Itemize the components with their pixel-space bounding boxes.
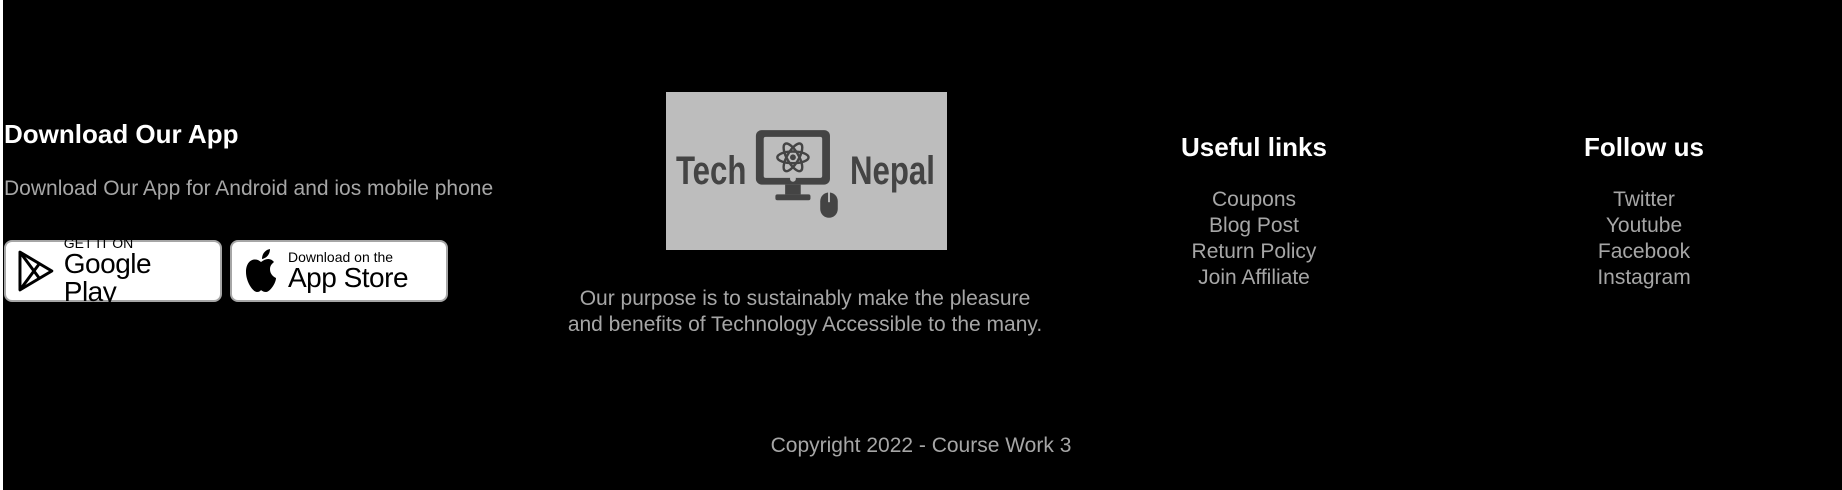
link-return-policy[interactable]: Return Policy — [1134, 239, 1374, 265]
google-play-big-text: Google Play — [63, 248, 152, 307]
download-app-description: Download Our App for Android and ios mob… — [4, 177, 494, 200]
tech-nepal-logo: Tech Nepal — [666, 92, 947, 250]
link-facebook[interactable]: Facebook — [1524, 239, 1764, 265]
useful-links-list: Coupons Blog Post Return Policy Join Aff… — [1134, 187, 1374, 291]
link-twitter[interactable]: Twitter — [1524, 187, 1764, 213]
logo-word-nepal: Nepal — [850, 148, 936, 193]
google-play-button[interactable]: GET IT ON Google Play — [4, 236, 222, 306]
logo-word-tech: Tech — [675, 148, 747, 193]
link-instagram[interactable]: Instagram — [1524, 265, 1764, 291]
purpose-line-1: Our purpose is to sustainably make the p… — [579, 287, 1031, 310]
link-blog-post[interactable]: Blog Post — [1134, 213, 1374, 239]
page-left-edge — [0, 0, 3, 490]
purpose-line-2: and benefits of Technology Accessible to… — [567, 313, 1043, 336]
follow-us-list: Twitter Youtube Facebook Instagram — [1524, 187, 1764, 291]
app-store-big-text: App Store — [288, 262, 409, 293]
follow-us-title: Follow us — [1584, 132, 1704, 162]
google-play-icon — [18, 250, 54, 292]
link-youtube[interactable]: Youtube — [1524, 213, 1764, 239]
link-join-affiliate[interactable]: Join Affiliate — [1134, 265, 1374, 291]
download-app-section: Download Our App Download Our App for An… — [4, 119, 564, 201]
useful-links-title: Useful links — [1181, 132, 1327, 162]
follow-us-section: Follow us Twitter Youtube Facebook Insta… — [1524, 132, 1764, 291]
apple-icon — [246, 249, 276, 292]
useful-links-section: Useful links Coupons Blog Post Return Po… — [1134, 132, 1374, 291]
purpose-statement: Our purpose is to sustainably make the p… — [540, 286, 1070, 338]
copyright-text: Copyright 2022 - Course Work 3 — [770, 434, 1072, 457]
download-app-title: Download Our App — [4, 119, 239, 149]
app-store-button[interactable]: Download on the App Store — [230, 240, 448, 302]
app-store-badges: GET IT ON Google Play Download on the Ap… — [4, 236, 448, 306]
monitor-atom-icon — [756, 130, 839, 218]
link-coupons[interactable]: Coupons — [1134, 187, 1374, 213]
